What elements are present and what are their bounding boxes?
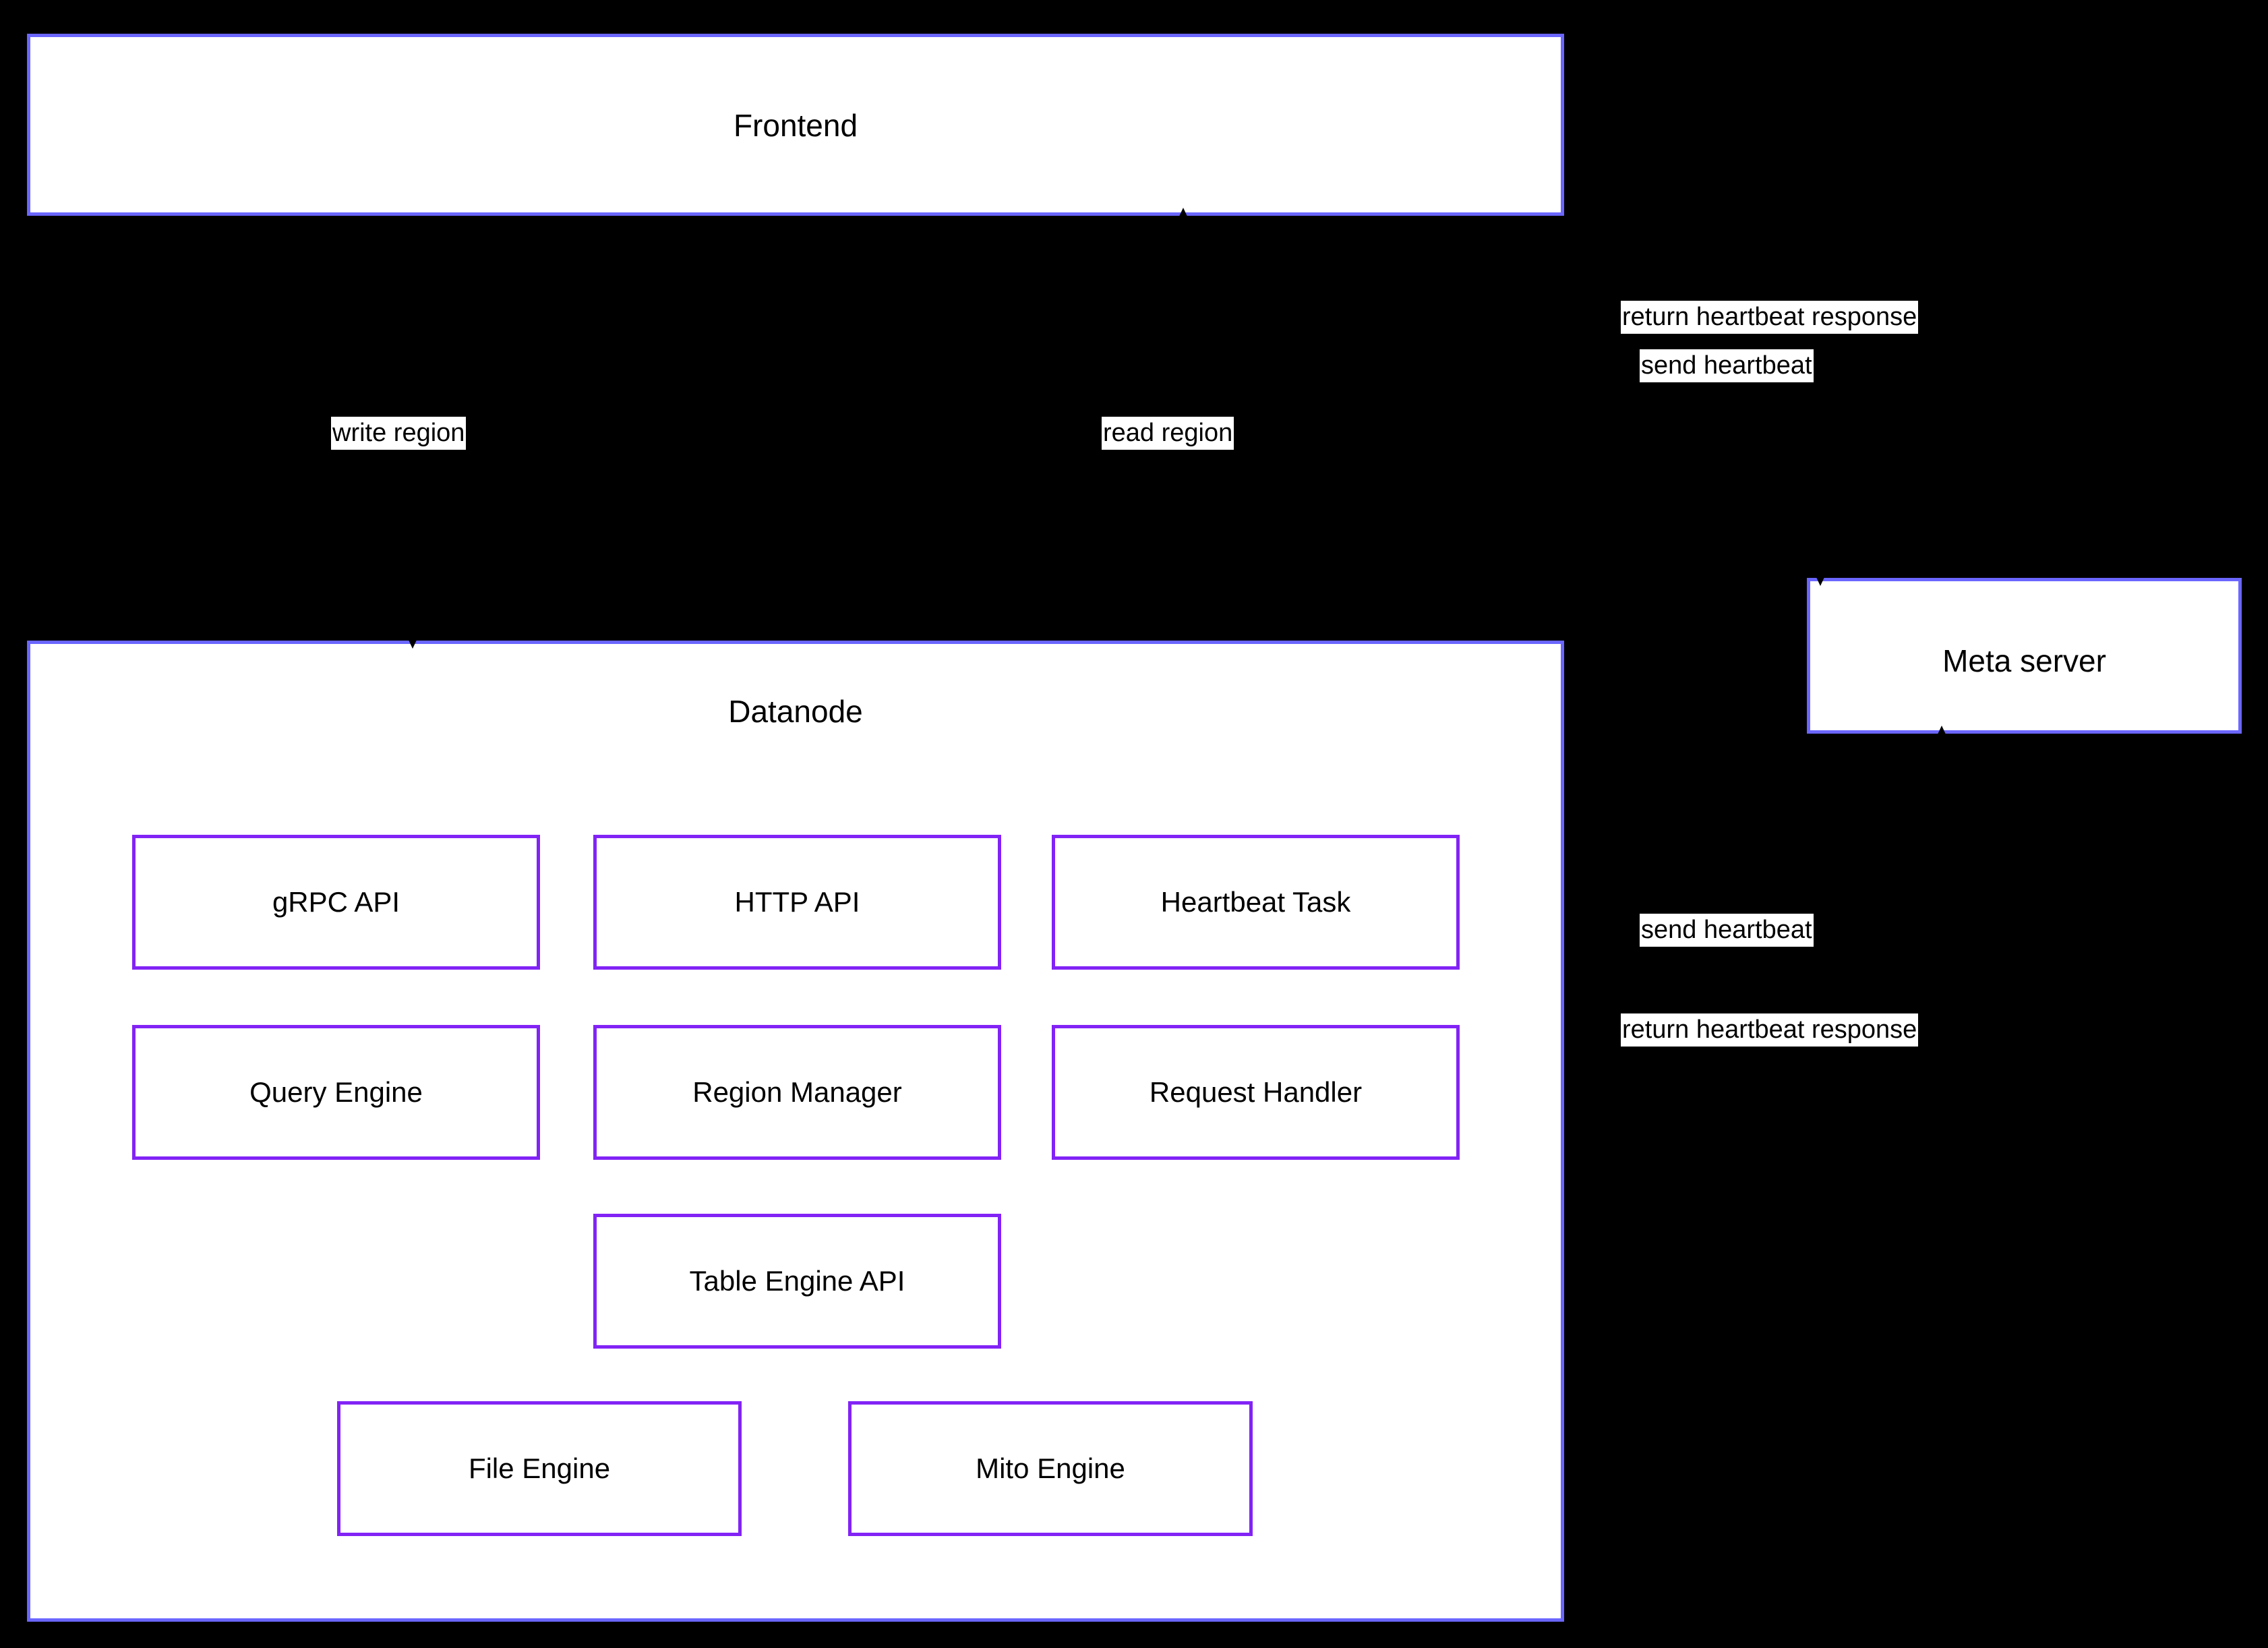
component-mito-engine-label: Mito Engine [976, 1452, 1125, 1484]
edge-label-datanode-return-heartbeat-response: return heartbeat response [1621, 1013, 1919, 1047]
component-file-engine-label: File Engine [468, 1452, 611, 1484]
component-table-engine-api[interactable]: Table Engine API [593, 1214, 1001, 1349]
component-http-api[interactable]: HTTP API [593, 835, 1001, 970]
architecture-diagram: Frontend Meta server Datanode gRPC API H… [0, 0, 2268, 1648]
datanode-title: Datanode [728, 694, 863, 729]
component-region-manager[interactable]: Region Manager [593, 1025, 1001, 1160]
edge-label-frontend-send-heartbeat: send heartbeat [1640, 349, 1814, 382]
component-region-manager-label: Region Manager [692, 1076, 902, 1108]
component-query-engine[interactable]: Query Engine [132, 1025, 540, 1160]
frontend-title: Frontend [733, 108, 858, 143]
frontend-node[interactable]: Frontend [27, 34, 1564, 216]
edge-label-datanode-send-heartbeat: send heartbeat [1640, 914, 1814, 947]
component-grpc-api-label: gRPC API [272, 885, 400, 918]
component-file-engine[interactable]: File Engine [337, 1401, 742, 1536]
edge-label-write-region: write region [331, 417, 467, 450]
component-query-engine-label: Query Engine [249, 1076, 423, 1108]
component-mito-engine[interactable]: Mito Engine [848, 1401, 1253, 1536]
edge-label-frontend-return-heartbeat-response: return heartbeat response [1621, 301, 1919, 334]
component-request-handler-label: Request Handler [1149, 1076, 1363, 1108]
edge-label-read-region: read region [1102, 417, 1234, 450]
edge-datanode-return-heartbeat-response-arrowhead [1564, 1123, 1584, 1142]
component-heartbeat-task-label: Heartbeat Task [1160, 885, 1351, 918]
meta-server-node[interactable]: Meta server [1807, 578, 2242, 734]
component-grpc-api[interactable]: gRPC API [132, 835, 540, 970]
component-request-handler[interactable]: Request Handler [1052, 1025, 1460, 1160]
meta-server-title: Meta server [1942, 643, 2106, 678]
component-table-engine-api-label: Table Engine API [689, 1264, 905, 1297]
component-heartbeat-task[interactable]: Heartbeat Task [1052, 835, 1460, 970]
component-http-api-label: HTTP API [734, 885, 860, 918]
